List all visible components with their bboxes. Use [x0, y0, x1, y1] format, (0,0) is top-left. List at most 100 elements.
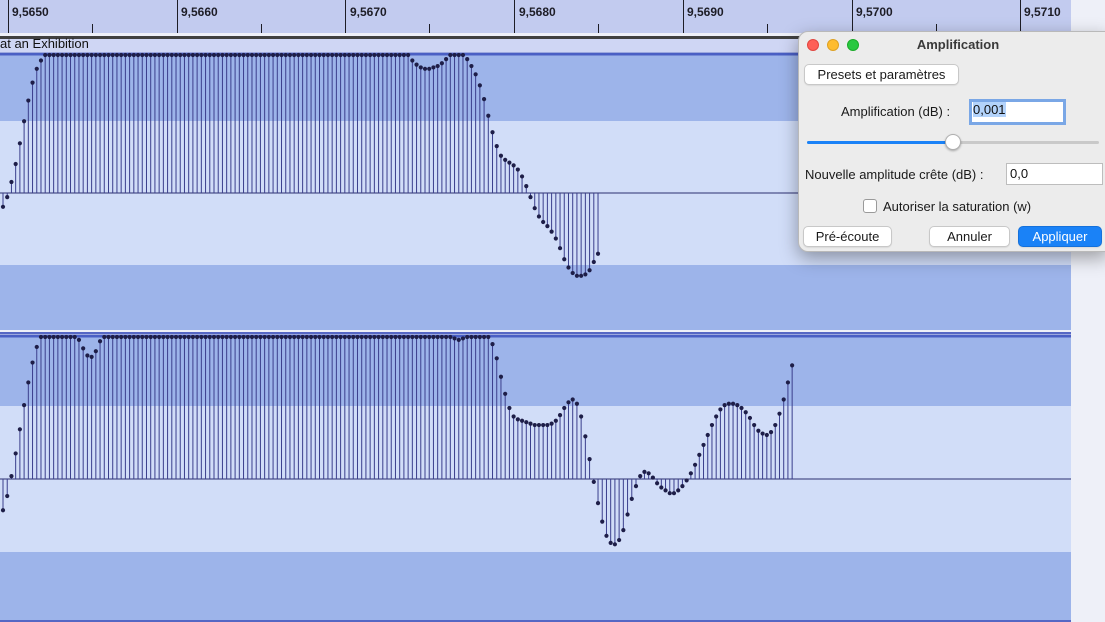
- channel-1-sample-point: [89, 52, 94, 58]
- channel-2-sample-point: [680, 484, 685, 489]
- channel-1-sample-point: [503, 157, 508, 162]
- channel-2-sample-point: [688, 471, 693, 476]
- channel-1-sample-point: [465, 57, 470, 62]
- channel-2-sample-point: [237, 334, 242, 340]
- channel-1-sample-point: [26, 98, 31, 103]
- channel-2-sample-point: [216, 334, 221, 340]
- channel-2-sample-point: [785, 380, 791, 385]
- channel-2-sample-point: [401, 334, 406, 340]
- channel-2-sample-point: [178, 334, 183, 340]
- channel-2-sample-point: [642, 469, 647, 474]
- channel-2-sample-point: [549, 421, 554, 426]
- presets-button[interactable]: Presets et paramètres: [804, 64, 959, 85]
- channel-2-sample-point: [684, 478, 689, 483]
- channel-1-sample-point: [317, 52, 322, 58]
- channel-2-sample-point: [465, 334, 470, 340]
- channel-2-sample-point: [68, 334, 73, 340]
- channel-2-sample-point: [292, 334, 297, 340]
- channel-2-sample-point: [777, 411, 782, 416]
- channel-1-sample-point: [536, 214, 542, 219]
- channel-2-sample-point: [524, 420, 529, 425]
- preview-button[interactable]: Pré-écoute: [803, 226, 892, 247]
- allow-clipping-checkbox[interactable]: [863, 199, 877, 213]
- channel-2-sample-point: [241, 334, 246, 340]
- channel-2-sample-point: [701, 442, 706, 448]
- channel-1-sample-point: [406, 52, 411, 58]
- amplification-dialog: Amplification Presets et paramètres Ampl…: [798, 31, 1105, 252]
- channel-2-sample-point: [64, 334, 69, 340]
- channel-2-sample-point: [308, 334, 314, 340]
- channel-2-sample-point: [140, 334, 145, 340]
- channel-2-sample-point: [583, 434, 588, 439]
- channel-2-sample-point: [604, 533, 609, 538]
- channel-1-sample-point: [157, 52, 162, 58]
- channel-1-sample-point: [595, 251, 601, 256]
- channel-2-sample-point: [0, 508, 6, 513]
- channel-2-sample-point: [38, 334, 44, 340]
- channel-2-sample-point: [254, 334, 259, 340]
- channel-2-sample-point: [579, 414, 584, 419]
- channel-1-sample-point: [110, 52, 115, 58]
- channel-1-sample-point: [439, 61, 444, 66]
- channel-1-sample-point: [144, 52, 149, 58]
- channel-2-sample-point: [262, 334, 267, 340]
- channel-2-sample-point: [169, 334, 174, 340]
- channel-2-sample-point: [697, 452, 702, 457]
- channel-1-sample-point: [283, 52, 288, 58]
- channel-1-sample-point: [583, 272, 588, 277]
- channel-1-sample-point: [397, 52, 402, 58]
- peak-amplitude-input[interactable]: 0,0: [1006, 163, 1103, 185]
- channel-1-sample-point: [127, 52, 132, 58]
- channel-2-sample-point: [123, 334, 128, 340]
- channel-2-sample-point: [76, 337, 82, 342]
- channel-2-sample-point: [85, 353, 90, 358]
- apply-button[interactable]: Appliquer: [1018, 226, 1102, 247]
- cancel-button[interactable]: Annuler: [929, 226, 1010, 247]
- channel-2-sample-point: [591, 479, 596, 484]
- channel-1-sample-point: [490, 130, 495, 135]
- channel-2-sample-point: [494, 356, 499, 361]
- channel-2-sample-point: [363, 334, 369, 340]
- channel-2-sample-point: [199, 334, 204, 340]
- channel-2-sample-point: [629, 496, 634, 501]
- channel-1-sample-point: [448, 52, 453, 58]
- channel-2-sample-point: [266, 334, 271, 340]
- channel-1-sample-point: [55, 52, 60, 58]
- channel-2-sample-point: [536, 422, 542, 428]
- channel-1-sample-point: [178, 52, 183, 58]
- channel-2-sample-point: [490, 342, 495, 347]
- channel-2-sample-point: [532, 422, 537, 428]
- amplification-slider-knob[interactable]: [945, 134, 961, 150]
- channel-2-sample-point: [131, 334, 136, 340]
- channel-1-sample-point: [47, 52, 52, 58]
- channel-2-sample-point: [739, 405, 744, 411]
- channel-2-sample-point: [228, 334, 233, 340]
- channel-1-sample-point: [119, 52, 124, 58]
- amplification-input[interactable]: 0,001: [969, 99, 1066, 125]
- channel-2-sample-point: [148, 334, 153, 340]
- channel-2-sample-point: [51, 334, 56, 340]
- channel-2-sample-point: [22, 403, 27, 408]
- channel-1-sample-point: [431, 65, 436, 70]
- channel-1-sample-point: [64, 52, 69, 58]
- channel-1-sample-point: [22, 119, 27, 124]
- channel-1-sample-point: [557, 246, 563, 251]
- channel-2-sample-point: [346, 334, 352, 340]
- channel-1-sample-point: [165, 52, 170, 58]
- channel-2-sample-point: [633, 484, 639, 489]
- channel-1-sample-point: [515, 167, 520, 172]
- channel-2-sample-point: [287, 334, 293, 340]
- channel-1-sample-point: [452, 52, 457, 58]
- channel-2-sample-point: [743, 410, 748, 415]
- channel-2-sample-point: [30, 360, 35, 365]
- channel-1-sample-point: [199, 52, 204, 58]
- channel-2-sample-point: [359, 334, 364, 340]
- channel-1-sample-point: [279, 52, 284, 58]
- channel-1-sample-point: [270, 52, 276, 58]
- channel-2-sample-point: [617, 537, 622, 543]
- channel-1-sample-point: [456, 52, 461, 58]
- channel-1-sample-point: [562, 257, 567, 262]
- channel-2-sample-point: [81, 346, 86, 351]
- channel-2-sample-point: [106, 334, 111, 340]
- channel-1-sample-point: [258, 52, 263, 58]
